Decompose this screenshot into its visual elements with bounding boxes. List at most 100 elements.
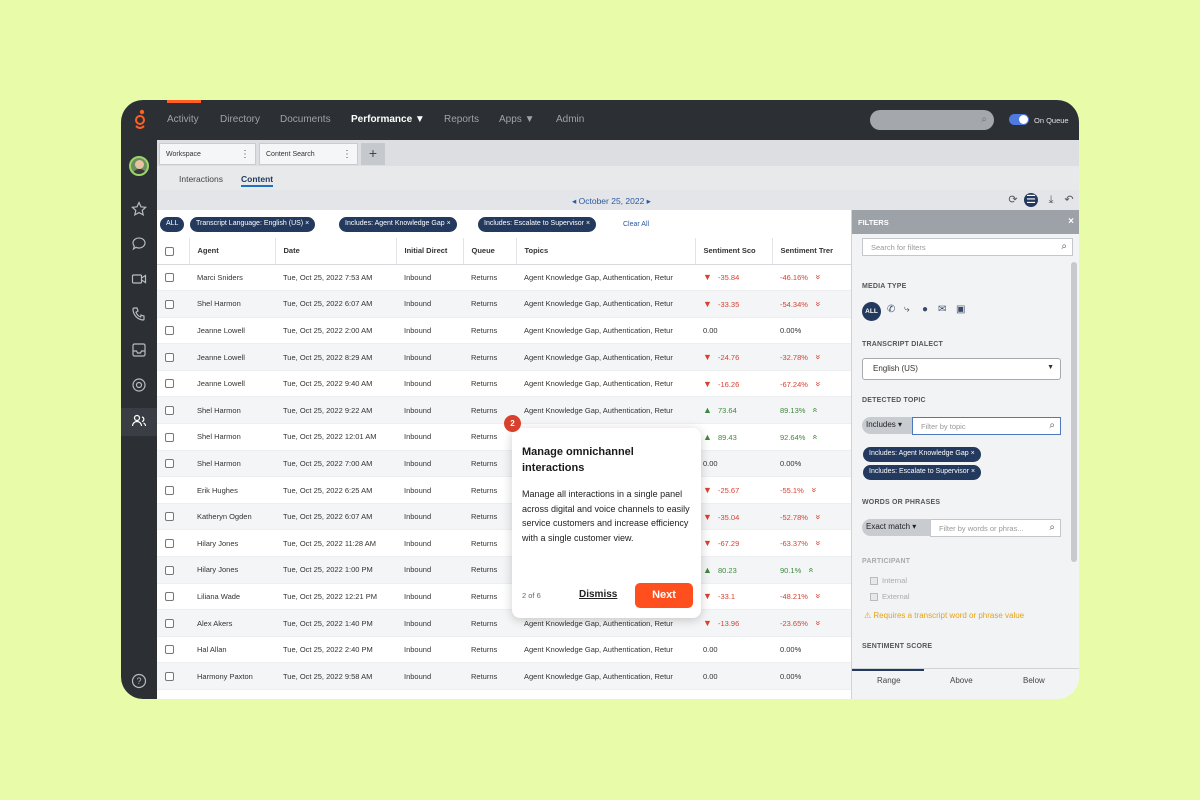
close-icon[interactable]: × (1068, 216, 1074, 227)
row-checkbox[interactable] (157, 317, 189, 345)
nav-activity[interactable]: Activity (167, 114, 199, 125)
tab-workspace[interactable]: Workspace ⋮ (159, 143, 256, 165)
support-icon[interactable] (130, 376, 148, 394)
filters-scrollbar[interactable] (1071, 262, 1077, 562)
nav-performance[interactable]: Performance ▼ (351, 114, 425, 125)
dialect-select[interactable]: English (US) ▼ (862, 358, 1061, 380)
queue-cell: Returns (463, 476, 516, 504)
inbox-icon[interactable] (130, 341, 148, 359)
tab-range[interactable]: Range (877, 676, 901, 685)
table-row[interactable]: Marci Sniders Tue, Oct 25, 2022 7:53 AM In… (157, 264, 851, 292)
row-checkbox[interactable] (157, 609, 189, 637)
row-checkbox[interactable] (157, 529, 189, 558)
table-row[interactable]: Hilary Jones Tue, Oct 25, 2022 11:28 AM In… (157, 529, 851, 558)
topic-chip-agent-knowledge-gap[interactable]: Includes: Agent Knowledge Gap × (863, 447, 981, 462)
col-queue[interactable]: Queue (463, 238, 517, 265)
tab-above[interactable]: Above (950, 676, 973, 685)
table-row[interactable]: Jeanne Lowell Tue, Oct 25, 2022 2:00 AM In… (157, 317, 851, 345)
chat-icon[interactable]: ● (922, 304, 928, 315)
dismiss-button[interactable]: Dismiss (579, 589, 617, 600)
media-all-button[interactable]: ALL (862, 302, 881, 321)
col-initial-direction[interactable]: Initial Direct (396, 238, 464, 265)
nav-reports[interactable]: Reports (444, 114, 479, 125)
topic-mode-select[interactable]: Includes ▾ (862, 417, 912, 434)
nav-directory[interactable]: Directory (220, 114, 260, 125)
undo-icon[interactable]: ↶ (1062, 193, 1076, 207)
select-all-checkbox[interactable] (157, 238, 190, 265)
table-row[interactable]: Hal Allan Tue, Oct 25, 2022 2:40 PM Inboun… (157, 636, 851, 664)
star-icon[interactable] (130, 200, 148, 218)
row-checkbox[interactable] (157, 636, 189, 664)
topic-chip-escalate-to-supervisor[interactable]: Includes: Escalate to Supervisor × (863, 465, 982, 480)
user-avatar[interactable] (129, 156, 149, 176)
phone-icon[interactable] (130, 305, 148, 323)
tab-content[interactable]: Content (241, 174, 274, 187)
row-checkbox[interactable] (157, 503, 189, 531)
nav-documents[interactable]: Documents (280, 114, 331, 125)
tab-below[interactable]: Below (1023, 676, 1045, 685)
row-checkbox[interactable] (157, 343, 189, 371)
chip-all[interactable]: ALL (160, 217, 185, 232)
col-date[interactable]: Date (275, 238, 397, 265)
table-row[interactable]: Jeanne Lowell Tue, Oct 25, 2022 8:29 AM In… (157, 343, 851, 371)
table-row[interactable]: Jeanne Lowell Tue, Oct 25, 2022 9:40 AM In… (157, 370, 851, 398)
tab-content-search[interactable]: Content Search ⋮ (259, 143, 358, 165)
people-icon[interactable] (130, 412, 148, 430)
row-checkbox[interactable] (157, 556, 189, 584)
message-icon[interactable]: ▣ (956, 304, 965, 315)
next-button[interactable]: Next (635, 583, 693, 608)
topic-filter-input[interactable]: Filter by topic ⌕ (912, 417, 1061, 435)
on-queue-toggle[interactable] (1009, 114, 1029, 125)
table-row[interactable]: Shel Harmon Tue, Oct 25, 2022 7:00 AM Inbo… (157, 450, 851, 478)
tab-interactions[interactable]: Interactions (179, 174, 223, 184)
nav-admin[interactable]: Admin (556, 114, 584, 125)
help-icon[interactable]: ? (130, 672, 148, 690)
more-icon[interactable]: ⋮ (240, 149, 250, 160)
table-row[interactable]: Liliana Wade Tue, Oct 25, 2022 12:21 PM In… (157, 583, 851, 611)
row-checkbox[interactable] (157, 476, 189, 504)
table-row[interactable]: Shel Harmon Tue, Oct 25, 2022 6:07 AM Inbo… (157, 290, 851, 318)
email-icon[interactable]: ✉ (938, 304, 946, 315)
words-filter-input[interactable]: Filter by words or phras... ⌕ (930, 519, 1061, 537)
col-sentiment-trend[interactable]: Sentiment Trer (772, 238, 852, 265)
table-row[interactable]: Harmony Paxton Tue, Oct 25, 2022 9:58 AM I… (157, 662, 851, 690)
col-sentiment-score[interactable]: Sentiment Sco (695, 238, 773, 265)
table-row[interactable]: Erik Hughes Tue, Oct 25, 2022 6:25 AM Inbo… (157, 476, 851, 504)
nav-apps[interactable]: Apps ▼ (499, 114, 534, 125)
callback-icon[interactable]: ⤷ (904, 304, 910, 315)
col-topics[interactable]: Topics (516, 238, 696, 265)
table-row[interactable]: Hilary Jones Tue, Oct 25, 2022 1:00 PM Inb… (157, 556, 851, 584)
col-agent[interactable]: Agent (189, 238, 276, 265)
add-tab-button[interactable]: + (361, 143, 385, 165)
filter-toggle-icon[interactable]: ☰ (1024, 193, 1038, 207)
refresh-icon[interactable]: ⟳ (1006, 193, 1020, 207)
table-row[interactable]: Katheryn Ogden Tue, Oct 25, 2022 6:07 AM I… (157, 503, 851, 531)
filter-search-input[interactable]: Search for filters ⌕ (862, 238, 1073, 256)
row-checkbox[interactable] (157, 396, 189, 425)
words-mode-select[interactable]: Exact match ▾ (862, 519, 930, 536)
participant-internal-checkbox[interactable]: Internal (870, 576, 907, 586)
chip-agent-knowledge-gap[interactable]: Includes: Agent Knowledge Gap × (339, 217, 457, 232)
chip-escalate-to-supervisor[interactable]: Includes: Escalate to Supervisor × (478, 217, 597, 232)
download-icon[interactable]: ⤓ (1044, 193, 1058, 207)
chat-icon[interactable] (130, 235, 148, 253)
chip-transcript-language[interactable]: Transcript Language: English (US) × (190, 217, 316, 232)
table-row[interactable]: Shel Harmon Tue, Oct 25, 2022 12:01 AM Inb… (157, 423, 851, 451)
filters-title: FILTERS (858, 218, 889, 227)
global-search-input[interactable]: ⌕ (870, 110, 994, 130)
row-checkbox[interactable] (157, 583, 189, 611)
clear-all-link[interactable]: Clear All (623, 221, 649, 228)
date-navigator[interactable]: ◂ October 25, 2022 ▸ (572, 196, 651, 207)
more-icon[interactable]: ⋮ (342, 149, 352, 160)
video-icon[interactable] (130, 270, 148, 288)
phone-icon[interactable]: ✆ (887, 304, 895, 315)
top-nav-bar: Activity Directory Documents Performance… (157, 100, 1079, 140)
row-checkbox[interactable] (157, 290, 189, 318)
row-checkbox[interactable] (157, 450, 189, 478)
participant-external-checkbox[interactable]: External (870, 592, 910, 602)
row-checkbox[interactable] (157, 370, 189, 398)
row-checkbox[interactable] (157, 662, 189, 690)
table-row[interactable]: Alex Akers Tue, Oct 25, 2022 1:40 PM Inbou… (157, 609, 851, 637)
row-checkbox[interactable] (157, 264, 189, 292)
row-checkbox[interactable] (157, 423, 189, 451)
